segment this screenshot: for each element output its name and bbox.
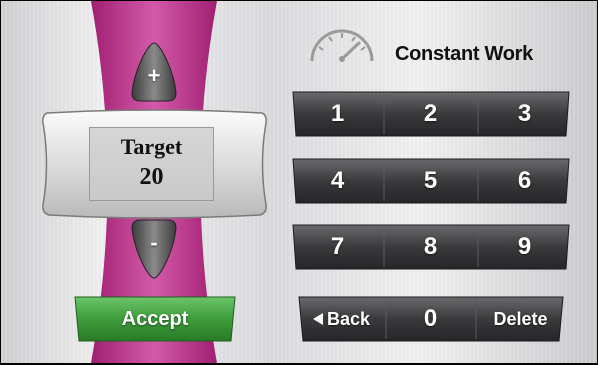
- target-value: 20: [139, 164, 164, 190]
- delete-button[interactable]: Delete: [476, 295, 565, 343]
- key-5[interactable]: 5: [384, 157, 477, 205]
- mode-title: Constant Work: [395, 43, 533, 65]
- plus-icon: +: [147, 63, 161, 88]
- keypad-row: 1 2 3: [291, 90, 571, 138]
- target-screen: Target 20: [89, 127, 214, 201]
- key-8[interactable]: 8: [384, 223, 477, 271]
- back-button[interactable]: Back: [297, 295, 386, 343]
- key-4[interactable]: 4: [291, 157, 384, 205]
- keypad-row: 4 5 6: [291, 157, 571, 205]
- app-screen: + - Target 20 Accept Constant Work 1 2 3…: [1, 1, 597, 363]
- increase-button[interactable]: +: [130, 41, 178, 105]
- key-6[interactable]: 6: [478, 157, 571, 205]
- keypad-row: 7 8 9: [291, 223, 571, 271]
- key-1[interactable]: 1: [291, 90, 384, 138]
- keypad-row: Back 0 Delete: [297, 295, 565, 343]
- key-2[interactable]: 2: [384, 90, 477, 138]
- speedometer-icon: [307, 27, 377, 65]
- target-label: Target: [120, 134, 183, 159]
- key-7[interactable]: 7: [291, 223, 384, 271]
- back-arrow-icon: [312, 313, 323, 325]
- accept-label: Accept: [121, 308, 189, 330]
- minus-icon: -: [150, 230, 158, 255]
- key-9[interactable]: 9: [478, 223, 571, 271]
- target-display: Target 20: [41, 109, 268, 219]
- key-3[interactable]: 3: [478, 90, 571, 138]
- accept-button[interactable]: Accept: [71, 295, 239, 343]
- back-label: Back: [326, 308, 371, 329]
- decrease-button[interactable]: -: [130, 216, 178, 280]
- key-0[interactable]: 0: [386, 295, 475, 343]
